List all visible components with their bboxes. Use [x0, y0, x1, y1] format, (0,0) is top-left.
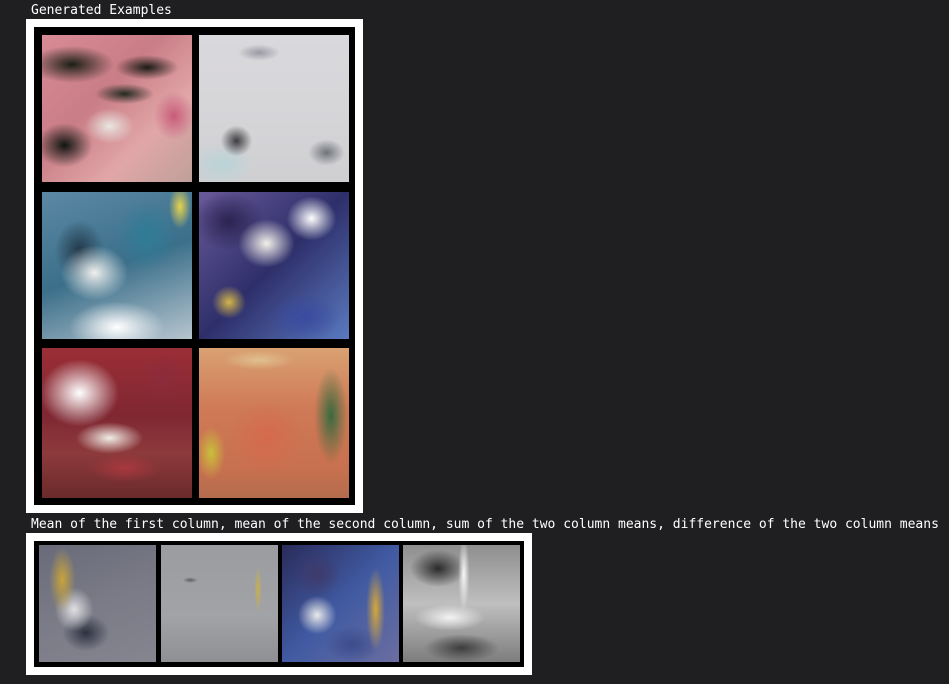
column-means-figure	[26, 533, 532, 675]
sum-of-column-means-tile	[282, 545, 399, 662]
generated-example-tile	[199, 192, 349, 339]
output-page: Generated Examples Mean of the first col…	[0, 0, 949, 684]
generated-example-tile	[42, 348, 192, 498]
generated-example-tile	[199, 348, 349, 498]
generated-example-tile	[199, 35, 349, 182]
generated-examples-label: Generated Examples	[31, 3, 172, 18]
generated-example-tile	[42, 192, 192, 339]
generated-example-tile	[42, 35, 192, 182]
column-means-caption: Mean of the first column, mean of the se…	[31, 517, 939, 532]
difference-of-column-means-tile	[403, 545, 520, 662]
column-means-row	[34, 541, 524, 667]
generated-examples-grid	[34, 27, 355, 505]
mean-first-column-tile	[39, 545, 156, 662]
mean-second-column-tile	[161, 545, 278, 662]
generated-examples-figure	[26, 19, 363, 513]
